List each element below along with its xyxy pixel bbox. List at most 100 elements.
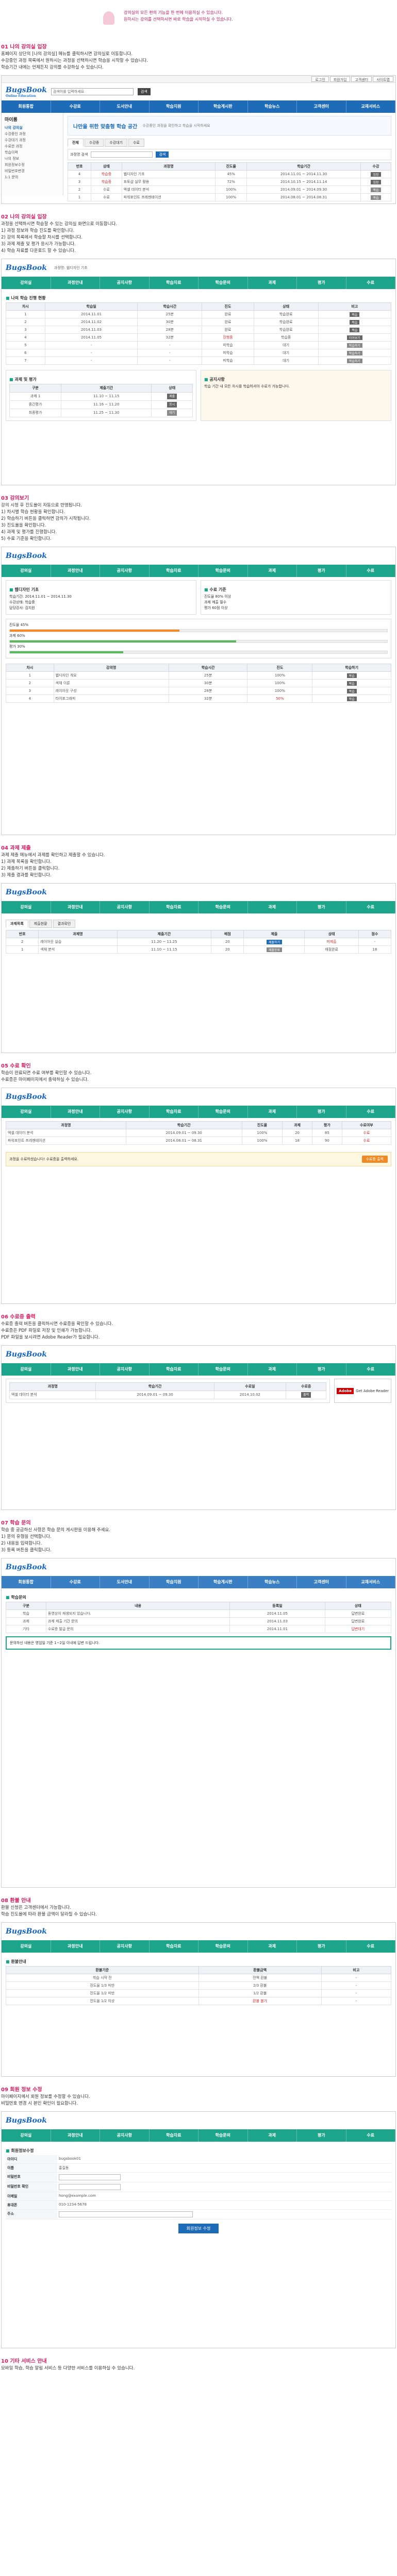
- tab-list[interactable]: 과제목록: [6, 920, 28, 928]
- filter-button[interactable]: 검색: [156, 151, 169, 158]
- course-link[interactable]: 파워포인트 프레젠테이션: [121, 193, 216, 201]
- site-logo[interactable]: BugsBook Online Education: [6, 86, 47, 98]
- nav-item[interactable]: 학습자료: [150, 1106, 198, 1118]
- nav-item[interactable]: 학습자료: [150, 901, 198, 913]
- row-action-button[interactable]: 이어보기: [346, 335, 362, 340]
- row-action-button[interactable]: 학습하기: [346, 343, 362, 348]
- nav-item[interactable]: 강의실: [2, 565, 51, 577]
- nav-item[interactable]: 수료: [346, 565, 395, 577]
- signup-link[interactable]: 회원가입: [329, 76, 351, 82]
- site-logo[interactable]: BugsBook: [6, 1350, 47, 1359]
- nav-item[interactable]: 고객센터: [297, 1576, 346, 1588]
- nav-item[interactable]: 학습게시판: [198, 1576, 248, 1588]
- sidebar-item[interactable]: 학습이력: [5, 149, 60, 156]
- nav-item[interactable]: 과정안내: [51, 901, 100, 913]
- nav-item[interactable]: 강의실: [2, 1940, 51, 1953]
- row-action-button[interactable]: 복습: [350, 319, 360, 325]
- print-button[interactable]: 출력: [301, 1392, 311, 1398]
- nav-item[interactable]: 회원통합: [2, 1576, 51, 1588]
- email-field[interactable]: hong@example.com: [57, 2192, 391, 2200]
- study-button[interactable]: 학습: [346, 696, 357, 701]
- nav-item[interactable]: 수료: [346, 2129, 395, 2142]
- nav-item[interactable]: 공지사항: [100, 901, 150, 913]
- course-link[interactable]: 포토샵 실무 활용: [121, 178, 216, 186]
- nav-item[interactable]: 강의실: [2, 277, 51, 289]
- nav-item[interactable]: 고객센터: [297, 100, 346, 113]
- study-button[interactable]: 복습: [346, 673, 357, 678]
- course-link[interactable]: 웹디자인 기초: [121, 170, 216, 178]
- nav-item[interactable]: 학습문의: [198, 901, 248, 913]
- sidebar-item[interactable]: 회원정보수정: [5, 162, 60, 168]
- nav-item[interactable]: 공지사항: [100, 1940, 150, 1953]
- nav-item[interactable]: 학습자료: [150, 565, 198, 577]
- nav-item[interactable]: 강의실: [2, 2129, 51, 2142]
- nav-item[interactable]: 학습뉴스: [248, 1576, 297, 1588]
- nav-item[interactable]: 학습지원: [150, 100, 198, 113]
- nav-item[interactable]: 공지사항: [100, 565, 150, 577]
- submit-button[interactable]: 제출하기: [266, 939, 282, 944]
- nav-item[interactable]: 수료: [346, 1940, 395, 1953]
- tab-all[interactable]: 전체: [68, 139, 84, 147]
- login-link[interactable]: 로그인: [311, 76, 329, 82]
- task-button[interactable]: 제출: [167, 394, 177, 399]
- nav-item[interactable]: 과제: [248, 1363, 297, 1376]
- nav-item[interactable]: 수료: [346, 1363, 395, 1376]
- nav-item[interactable]: 교재서비스: [346, 100, 395, 113]
- nav-item[interactable]: 공지사항: [100, 1106, 150, 1118]
- site-logo[interactable]: BugsBook: [6, 888, 47, 896]
- password-field[interactable]: [59, 2174, 121, 2180]
- sitemap-link[interactable]: 사이트맵: [373, 76, 393, 82]
- inquiry-link[interactable]: 과제 제출 기간 문의: [45, 1617, 230, 1625]
- nav-item[interactable]: 학습자료: [150, 1363, 198, 1376]
- site-logo[interactable]: BugsBook: [6, 1927, 47, 1936]
- nav-item[interactable]: 공지사항: [100, 1363, 150, 1376]
- nav-item[interactable]: 수강료: [51, 1576, 100, 1588]
- nav-item[interactable]: 학습자료: [150, 1940, 198, 1953]
- row-action-button[interactable]: 복습: [350, 312, 360, 317]
- sidebar-item[interactable]: 수강중인 과정: [5, 131, 60, 137]
- nav-item[interactable]: 수료: [346, 901, 395, 913]
- row-action-button[interactable]: 학습하기: [346, 358, 362, 363]
- nav-item[interactable]: 학습자료: [150, 277, 198, 289]
- nav-item[interactable]: 도서안내: [100, 1576, 150, 1588]
- nav-item[interactable]: 평가: [297, 277, 346, 289]
- sidebar-item[interactable]: 비밀번호변경: [5, 168, 60, 174]
- nav-item[interactable]: 학습문의: [198, 1940, 248, 1953]
- nav-item[interactable]: 과제: [248, 1940, 297, 1953]
- tab-ongoing[interactable]: 수강중: [84, 139, 104, 147]
- search-input[interactable]: 검색어를 입력하세요: [51, 88, 134, 95]
- nav-item[interactable]: 강의실: [2, 1363, 51, 1376]
- task-button[interactable]: 응시: [167, 402, 177, 408]
- study-button[interactable]: 복습: [346, 688, 357, 693]
- course-link[interactable]: 엑셀 데이터 분석: [121, 185, 216, 194]
- nav-item[interactable]: 과제: [248, 277, 297, 289]
- site-logo[interactable]: BugsBook: [6, 2116, 47, 2125]
- nav-item[interactable]: 학습자료: [150, 2129, 198, 2142]
- tab-result[interactable]: 결과확인: [53, 920, 76, 928]
- adobe-reader-link[interactable]: Adobe Get Adobe Reader: [334, 1379, 391, 1403]
- nav-item[interactable]: 학습게시판: [198, 100, 248, 113]
- nav-item[interactable]: 평가: [297, 1363, 346, 1376]
- site-logo[interactable]: BugsBook: [6, 552, 47, 560]
- site-logo[interactable]: BugsBook: [6, 1093, 47, 1101]
- nav-item[interactable]: 학습뉴스: [248, 100, 297, 113]
- nav-item[interactable]: 학습문의: [198, 1363, 248, 1376]
- print-certificate-button[interactable]: 수료증 출력: [361, 1156, 388, 1163]
- nav-item[interactable]: 학습문의: [198, 565, 248, 577]
- nav-item[interactable]: 과정안내: [51, 1940, 100, 1953]
- nav-item[interactable]: 과정안내: [51, 1106, 100, 1118]
- nav-item[interactable]: 과제: [248, 1106, 297, 1118]
- nav-item[interactable]: 강의실: [2, 1106, 51, 1118]
- address-field[interactable]: [59, 2211, 193, 2217]
- filter-input[interactable]: [91, 151, 153, 158]
- inquiry-link[interactable]: 동영상이 재생되지 않습니다.: [45, 1609, 230, 1618]
- nav-item[interactable]: 과정안내: [51, 565, 100, 577]
- password-confirm-field[interactable]: [59, 2184, 121, 2190]
- nav-item[interactable]: 과제: [248, 901, 297, 913]
- nav-item[interactable]: 학습문의: [198, 1106, 248, 1118]
- sidebar-item[interactable]: 수료한 과정: [5, 143, 60, 149]
- tab-status[interactable]: 제출현황: [29, 920, 52, 928]
- task-button[interactable]: 대기: [167, 410, 177, 416]
- sidebar-item[interactable]: 1:1 문의: [5, 174, 60, 180]
- search-button[interactable]: 검색: [137, 88, 151, 95]
